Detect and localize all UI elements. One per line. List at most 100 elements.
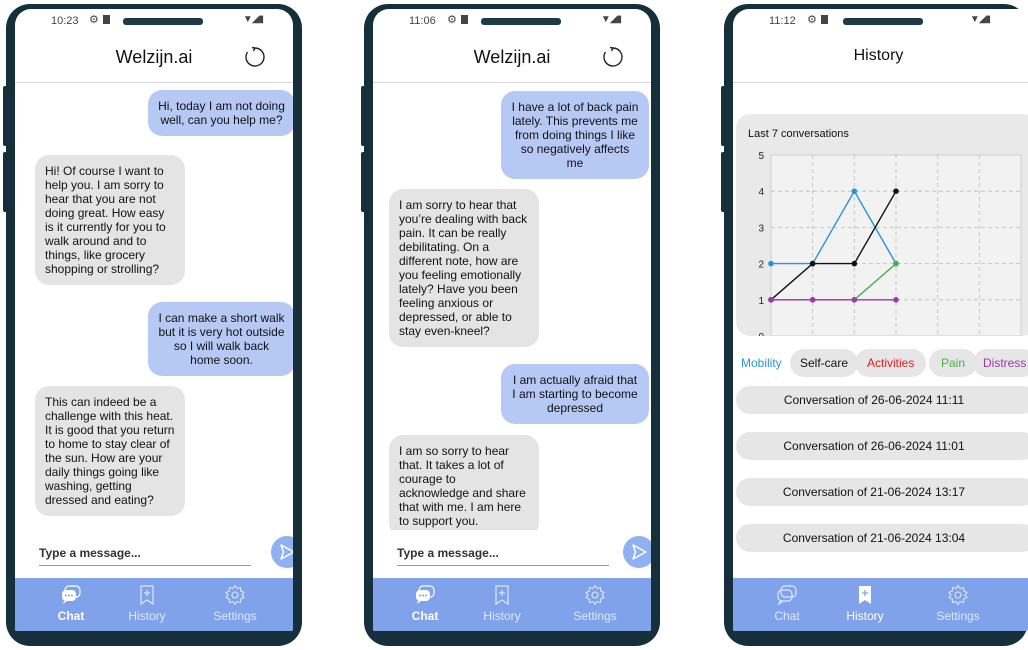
signal-battery-icon: ▼◢▮	[969, 14, 991, 25]
bot-message: I am so sorry to hear that. It takes a l…	[389, 435, 539, 530]
nav-history-label: History	[846, 609, 884, 623]
sim-card-icon	[821, 15, 828, 24]
user-message: I can make a short walk but it is very h…	[148, 302, 293, 376]
phone-history: 11:12 ⚙ ▼◢▮ History Last 7 conversations…	[721, 4, 1028, 646]
side-button	[3, 152, 8, 212]
send-icon	[280, 544, 293, 560]
category-filters: Mobility Self-care Activities Pain Distr…	[733, 349, 1028, 379]
chat-messages[interactable]: I have a lot of back pain lately. This p…	[373, 84, 651, 530]
line-chart: 0 1 2 3 4 5	[758, 151, 1022, 336]
nav-settings-label: Settings	[213, 609, 257, 623]
plot-area	[770, 154, 1022, 336]
data-point	[893, 260, 899, 267]
phone-chat-2: 11:06 ⚙ ▼◢▮ Welzijn.ai I have a lot of b…	[361, 4, 660, 646]
status-time: 10:23	[51, 15, 79, 27]
bot-message: I am sorry to hear that you’re dealing w…	[389, 189, 539, 347]
status-gear-icon: ⚙	[807, 14, 817, 26]
y-tick-label: 4	[758, 187, 764, 198]
message-input[interactable]	[397, 540, 609, 566]
nav-history-label: History	[128, 609, 166, 623]
y-tick-label: 2	[758, 260, 764, 271]
camera-notch	[843, 18, 923, 25]
bottom-nav: Chat History Settings	[733, 578, 1028, 631]
settings-gear-icon	[225, 584, 245, 606]
data-point	[768, 297, 774, 303]
nav-settings-label: Settings	[936, 609, 980, 623]
side-button	[721, 152, 726, 212]
conversation-item[interactable]: Conversation of 26-06-2024 11:11	[736, 386, 1028, 414]
nav-history[interactable]: History	[107, 584, 187, 631]
nav-chat-label: Chat	[774, 609, 800, 623]
filter-pain[interactable]: Pain	[929, 349, 978, 377]
filter-distress[interactable]: Distress	[973, 349, 1028, 377]
y-tick-label: 3	[758, 223, 764, 234]
conversation-item[interactable]: Conversation of 21-06-2024 13:17	[736, 478, 1028, 506]
filter-mobility[interactable]: Mobility	[733, 349, 792, 377]
nav-chat-label: Chat	[57, 609, 85, 623]
bottom-nav: Chat History Settings	[15, 578, 293, 631]
nav-settings[interactable]: Settings	[195, 584, 275, 631]
side-button	[361, 152, 366, 212]
conversation-item[interactable]: Conversation of 26-06-2024 11:01	[736, 432, 1028, 460]
chat-header: Welzijn.ai	[373, 31, 651, 83]
signal-battery-icon: ▼◢▮	[242, 14, 264, 25]
settings-gear-icon	[585, 584, 605, 606]
filter-activities[interactable]: Activities	[855, 349, 927, 377]
nav-chat[interactable]: Chat	[31, 584, 111, 631]
sim-card-icon	[461, 15, 468, 24]
phone-chat-1: 10:23 ⚙ ▼◢▮ Welzijn.ai Hi, today I am no…	[3, 4, 302, 646]
refresh-icon[interactable]	[601, 45, 625, 69]
bookmark-plus-icon	[140, 585, 154, 606]
camera-notch	[481, 18, 561, 25]
y-tick-label: 0	[758, 332, 764, 336]
signal-battery-icon: ▼◢▮	[600, 14, 622, 25]
data-point	[851, 260, 858, 267]
data-point	[851, 297, 858, 303]
page-title: History	[853, 47, 904, 64]
message-input[interactable]	[39, 540, 251, 566]
bookmark-plus-icon	[495, 585, 509, 606]
nav-settings[interactable]: Settings	[918, 584, 998, 631]
send-button[interactable]	[623, 536, 651, 568]
data-point	[768, 260, 774, 267]
status-gear-icon: ⚙	[447, 14, 457, 26]
sim-card-icon	[103, 15, 110, 24]
status-gear-icon: ⚙	[89, 14, 99, 26]
chat-icon	[416, 585, 435, 604]
bookmark-plus-icon	[859, 586, 871, 604]
status-time: 11:06	[409, 15, 436, 27]
bot-message: This can indeed be a challenge with this…	[35, 386, 185, 516]
nav-history-label: History	[483, 609, 521, 623]
settings-gear-icon	[948, 584, 968, 606]
y-tick-label: 5	[758, 151, 764, 162]
send-button[interactable]	[271, 536, 293, 568]
send-icon	[632, 544, 647, 560]
refresh-icon[interactable]	[243, 45, 267, 69]
screen: 10:23 ⚙ ▼◢▮ Welzijn.ai Hi, today I am no…	[15, 9, 293, 631]
screen: 11:06 ⚙ ▼◢▮ Welzijn.ai I have a lot of b…	[373, 9, 651, 631]
y-tick-label: 1	[758, 296, 764, 307]
side-button	[361, 86, 366, 146]
chat-header: Welzijn.ai	[15, 31, 293, 83]
message-composer	[15, 530, 293, 578]
data-point	[893, 297, 899, 303]
data-point	[893, 188, 899, 194]
chat-messages[interactable]: Hi, today I am not doing well, can you h…	[15, 84, 293, 530]
bot-message: Hi! Of course I want to help you. I am s…	[35, 155, 185, 285]
nav-settings[interactable]: Settings	[555, 584, 635, 631]
user-message: I have a lot of back pain lately. This p…	[501, 91, 649, 179]
chat-icon	[777, 585, 797, 606]
nav-history[interactable]: History	[462, 584, 542, 631]
chart-card: Last 7 conversations 012345	[736, 114, 1028, 336]
nav-history[interactable]: History	[825, 584, 905, 631]
nav-chat-label: Chat	[411, 609, 439, 623]
status-time: 11:12	[769, 15, 796, 27]
nav-chat[interactable]: Chat	[747, 584, 827, 631]
screen: 11:12 ⚙ ▼◢▮ History Last 7 conversations…	[733, 9, 1028, 631]
conversation-item[interactable]: Conversation of 21-06-2024 13:04	[736, 524, 1028, 552]
nav-settings-label: Settings	[573, 609, 617, 623]
nav-chat[interactable]: Chat	[385, 584, 465, 631]
chat-icon	[62, 585, 81, 604]
user-message: Hi, today I am not doing well, can you h…	[148, 90, 293, 136]
filter-self-care[interactable]: Self-care	[790, 349, 859, 377]
